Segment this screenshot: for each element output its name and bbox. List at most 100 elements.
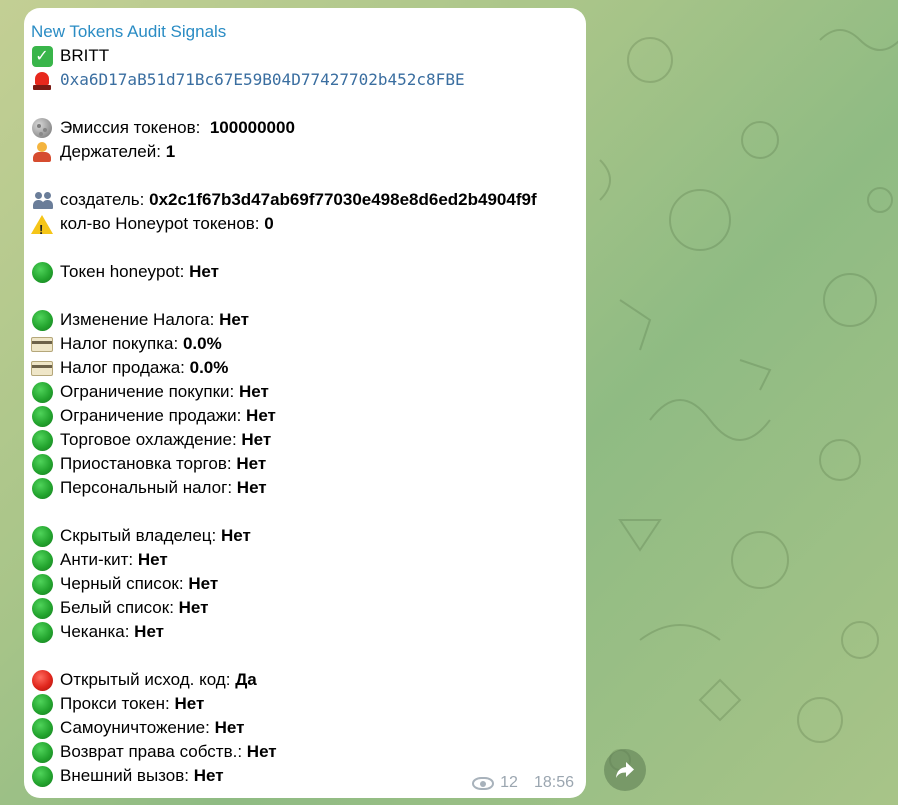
status-value: Нет (221, 526, 251, 545)
status-row: Торговое охлаждение: Нет (31, 428, 578, 452)
code-group: Открытый исход. код: Да Прокси токен: Нет… (31, 668, 578, 788)
tax-group: Изменение Налога: Нет Налог покупка: 0.0%… (31, 308, 578, 500)
status-value: Нет (238, 382, 269, 401)
holders-value: 1 (165, 142, 176, 161)
creator-label: создатель: (60, 190, 145, 209)
status-row: Персональный налог: Нет (31, 476, 578, 500)
message-bubble[interactable]: New Tokens Audit Signals ✓ BRITT 0xa6D17… (24, 8, 586, 798)
forward-arrow-icon (616, 762, 634, 778)
status-label: Налог продажа: (60, 358, 185, 377)
holder-person-icon (31, 141, 53, 163)
status-value: Нет (241, 430, 272, 449)
status-label: Внешний вызов: (60, 766, 189, 785)
status-row: Налог покупка: 0.0% (31, 332, 578, 356)
status-label: Самоуничтожение: (60, 718, 210, 737)
green-circle-icon (31, 597, 53, 619)
creator-address: 0x2c1f67b3d47ab69f77030e498e8d6ed2b4904f… (149, 190, 537, 209)
red-circle-icon (31, 669, 53, 691)
warning-icon (31, 213, 53, 242)
status-value: 0.0% (182, 334, 222, 353)
green-circle-icon (31, 309, 53, 331)
status-value: Нет (236, 478, 267, 497)
status-value: Нет (246, 406, 276, 425)
status-label: Персональный налог: (60, 478, 233, 497)
creator-row: создатель: 0x2c1f67b3d47ab69f77030e498e8… (31, 188, 578, 212)
status-row: Белый список: Нет (31, 596, 578, 620)
contract-address[interactable]: 0xa6D17aB51d71Bc67E59B04D77427702b452c8F… (60, 68, 465, 92)
status-row: Ограничение продажи: Нет (31, 404, 578, 428)
green-circle-icon (31, 693, 53, 715)
green-circle-icon (31, 525, 53, 547)
eye-icon (472, 776, 495, 790)
status-row: Налог продажа: 0.0% (31, 356, 578, 380)
holders-row: Держателей: 1 (31, 140, 578, 164)
green-circle-icon (31, 381, 53, 403)
status-value: Да (235, 670, 257, 689)
status-value: Нет (188, 574, 219, 593)
message-time: 18:56 (533, 774, 574, 791)
status-value: Нет (137, 550, 168, 569)
message-meta: 12 18:56 (472, 774, 574, 792)
status-row: Чеканка: Нет (31, 620, 578, 644)
moon-icon (31, 117, 53, 139)
honeypot-count-value: 0 (264, 214, 274, 233)
status-label: Изменение Налога: (60, 310, 215, 329)
status-row: Возврат права собств.: Нет (31, 740, 578, 764)
status-value: Нет (193, 766, 224, 785)
green-circle-icon (31, 717, 53, 739)
honeypot-count-row: кол-во Honeypot токенов: 0 (31, 212, 578, 242)
siren-icon (31, 69, 53, 91)
green-circle-icon (31, 765, 53, 787)
token-name: BRITT (60, 46, 110, 65)
check-mark-icon: ✓ (31, 45, 53, 67)
status-value: Нет (246, 742, 277, 761)
contract-address-row: 0xa6D17aB51d71Bc67E59B04D77427702b452c8F… (31, 68, 578, 92)
green-circle-icon (31, 741, 53, 763)
status-row: Приостановка торгов: Нет (31, 452, 578, 476)
status-label: Ограничение продажи: (60, 406, 242, 425)
status-label: Торговое охлаждение: (60, 430, 237, 449)
status-row: Черный список: Нет (31, 572, 578, 596)
owner-group: Скрытый владелец: Нет Анти-кит: Нет Черный… (31, 524, 578, 644)
status-value: Нет (219, 310, 249, 329)
status-value: Нет (178, 598, 209, 617)
holders-label: Держателей: (60, 142, 161, 161)
honeypot-label: Токен honeypot: (60, 262, 185, 281)
status-label: Ограничение покупки: (60, 382, 235, 401)
status-label: Налог покупка: (60, 334, 179, 353)
status-value: 0.0% (189, 358, 229, 377)
green-circle-icon (31, 477, 53, 499)
status-label: Белый список: (60, 598, 174, 617)
status-row: Скрытый владелец: Нет (31, 524, 578, 548)
credit-card-icon (31, 357, 53, 379)
green-circle-icon (31, 429, 53, 451)
people-icon (31, 189, 53, 211)
green-circle-icon (31, 573, 53, 595)
status-row: Анти-кит: Нет (31, 548, 578, 572)
honeypot-row: Токен honeypot: Нет (31, 260, 578, 284)
status-row: Изменение Налога: Нет (31, 308, 578, 332)
green-circle-icon (31, 621, 53, 643)
green-circle-icon (31, 453, 53, 475)
status-label: Скрытый владелец: (60, 526, 217, 545)
emission-value: 100000000 (209, 118, 295, 137)
forward-button[interactable] (604, 749, 646, 791)
view-count: 12 (500, 774, 518, 791)
status-value: Нет (174, 694, 205, 713)
status-value: Нет (214, 718, 245, 737)
status-label: Прокси токен: (60, 694, 170, 713)
status-value: Нет (236, 454, 267, 473)
green-circle-icon (31, 405, 53, 427)
emission-label: Эмиссия токенов: (60, 118, 201, 137)
sender-name[interactable]: New Tokens Audit Signals (31, 20, 578, 44)
status-value: Нет (134, 622, 165, 641)
green-circle-icon (31, 549, 53, 571)
emission-row: Эмиссия токенов: 100000000 (31, 116, 578, 140)
honeypot-count-label: кол-во Honeypot токенов: (60, 214, 260, 233)
status-label: Открытый исход. код: (60, 670, 231, 689)
